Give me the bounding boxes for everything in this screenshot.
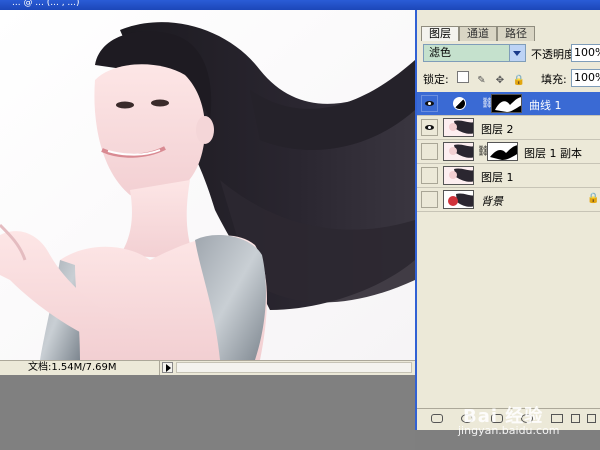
layer-thumbnail[interactable]	[443, 190, 474, 209]
document-size-label: 文档:1.54M/7.69M	[0, 361, 160, 375]
status-bar: 文档:1.54M/7.69M	[0, 360, 415, 375]
layers-panel: 图层 通道 路径 滤色 不透明度: 100% 锁定: ✎ ✥ 🔒 填充: 100…	[415, 10, 600, 430]
tab-layers[interactable]: 图层	[421, 26, 459, 41]
lock-pixels-brush-icon[interactable]: ✎	[476, 75, 488, 87]
mask-preview	[492, 95, 521, 112]
document-canvas[interactable]	[0, 10, 415, 360]
layer-thumbnail[interactable]	[443, 118, 474, 137]
layer-preview	[444, 143, 473, 160]
lock-transparency-icon[interactable]	[457, 71, 469, 83]
fill-label: 填充:	[541, 73, 567, 86]
photo-woman-hair	[0, 10, 415, 360]
layer-name: 背景	[481, 195, 503, 208]
layer-name: 图层 2	[481, 123, 514, 136]
fill-input[interactable]: 100%	[571, 69, 600, 87]
window-title: ... @ ... (... , ...)	[12, 0, 80, 8]
tab-paths[interactable]: 路径	[497, 26, 535, 41]
mask-preview	[488, 143, 517, 160]
link-layers-icon[interactable]	[431, 414, 443, 423]
new-group-folder-icon[interactable]	[551, 414, 563, 423]
visibility-toggle[interactable]	[421, 143, 438, 160]
chevron-down-icon[interactable]	[509, 45, 525, 61]
lock-row: 锁定: ✎ ✥ 🔒 填充: 100%	[417, 68, 600, 88]
layers-list: ⛓ 曲线 1 图层 2 ⛓ 图层 1 副本 图层 1 背景 🔒	[417, 92, 600, 410]
tab-channels[interactable]: 通道	[459, 26, 497, 41]
layer-row-layer2[interactable]: 图层 2	[417, 116, 600, 140]
horizontal-scrollbar[interactable]	[176, 362, 412, 373]
opacity-input[interactable]: 100%	[571, 44, 600, 62]
visibility-toggle[interactable]	[421, 167, 438, 184]
blend-mode-value: 滤色	[429, 46, 451, 59]
layer-thumbnail[interactable]	[443, 142, 474, 161]
window-titlebar[interactable]: ... @ ... (... , ...)	[0, 0, 600, 10]
layer-row-curves[interactable]: ⛓ 曲线 1	[417, 92, 600, 116]
eye-icon	[425, 125, 434, 130]
lock-position-move-icon[interactable]: ✥	[494, 75, 506, 87]
layer-row-background[interactable]: 背景 🔒	[417, 188, 600, 212]
lock-label: 锁定:	[423, 73, 449, 86]
layer-mask-thumbnail[interactable]	[491, 94, 522, 113]
layer-thumbnail[interactable]	[443, 166, 474, 185]
visibility-toggle[interactable]	[421, 191, 438, 208]
watermark-url: jingyan.baidu.com	[458, 424, 560, 437]
layer-row-layer1-copy[interactable]: ⛓ 图层 1 副本	[417, 140, 600, 164]
trash-icon[interactable]	[587, 414, 596, 423]
layer-preview	[444, 119, 473, 136]
blend-mode-select[interactable]: 滤色	[423, 44, 526, 62]
adjustment-layer-icon	[453, 97, 466, 110]
layer-preview	[444, 191, 473, 208]
lock-icons: ✎ ✥ 🔒	[457, 71, 528, 87]
new-layer-icon[interactable]	[571, 414, 580, 423]
layer-name: 曲线 1	[529, 99, 562, 112]
layer-mask-thumbnail[interactable]	[487, 142, 518, 161]
eye-icon	[425, 101, 434, 106]
blend-row: 滤色 不透明度: 100%	[417, 43, 600, 63]
layer-name: 图层 1 副本	[524, 147, 582, 160]
lock-all-icon[interactable]: 🔒	[513, 75, 525, 87]
workspace-background	[0, 375, 415, 450]
visibility-toggle[interactable]	[421, 95, 438, 112]
visibility-toggle[interactable]	[421, 119, 438, 136]
layer-preview	[444, 167, 473, 184]
status-menu-arrow-button[interactable]	[162, 362, 173, 373]
layer-row-layer1[interactable]: 图层 1	[417, 164, 600, 188]
lock-icon: 🔒	[587, 193, 600, 204]
layer-name: 图层 1	[481, 171, 514, 184]
